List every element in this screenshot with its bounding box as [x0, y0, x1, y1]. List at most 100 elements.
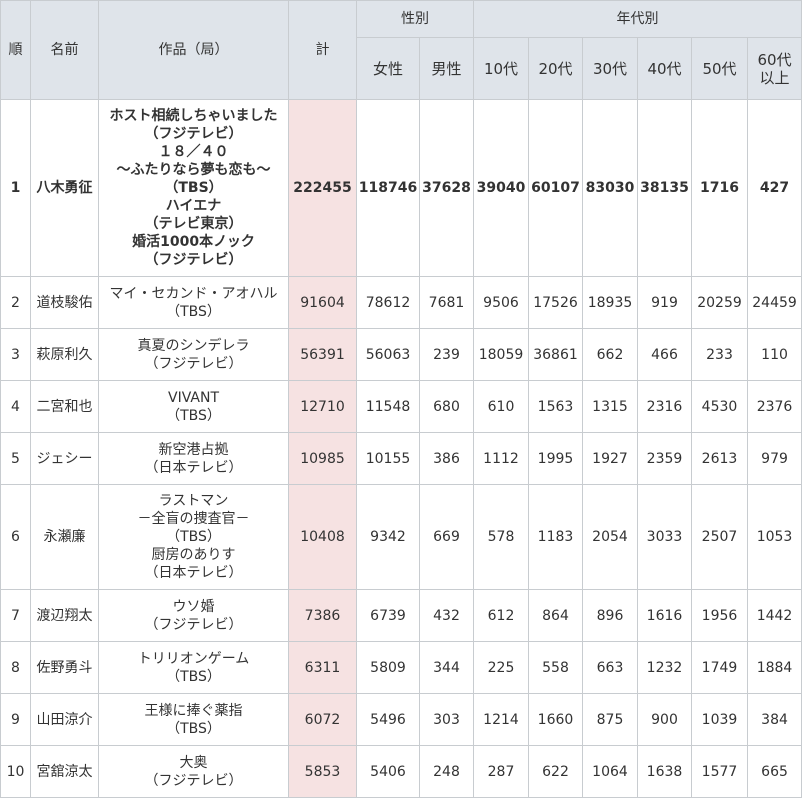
header-age60-line1: 60代: [757, 50, 792, 69]
male-cell: 344: [419, 641, 474, 694]
works-cell: 新空港占拠 （日本テレビ）: [98, 432, 289, 485]
rank-cell: 3: [0, 328, 31, 381]
header-total: 計: [288, 0, 357, 100]
age60-cell: 979: [746, 432, 802, 485]
age60-cell: 1053: [746, 484, 802, 590]
age50-cell: 1039: [691, 693, 748, 746]
age40-cell: 3033: [637, 484, 692, 590]
female-cell: 118746: [356, 99, 420, 277]
work-line: （TBS）: [164, 180, 223, 196]
header-work: 作品（局）: [98, 0, 289, 100]
work-line: （テレビ東京）: [144, 216, 243, 232]
age30-cell: 663: [582, 641, 638, 694]
header-age-group: 年代別: [472, 0, 802, 38]
age10-cell: 1214: [473, 693, 529, 746]
age60-cell: 24459: [746, 276, 802, 329]
age10-cell: 225: [473, 641, 529, 694]
work-line: １８／４０: [158, 144, 229, 160]
total-cell: 5853: [288, 745, 357, 798]
header-age60-line2: 以上: [759, 68, 790, 87]
total-cell: 91604: [288, 276, 357, 329]
header-age20: 20代: [528, 37, 583, 100]
female-cell: 11548: [356, 380, 420, 433]
name-cell: 道枝駿佑: [30, 276, 99, 329]
male-cell: 37628: [419, 99, 474, 277]
rank-cell: 4: [0, 380, 31, 433]
female-cell: 5809: [356, 641, 420, 694]
header-age60: 60代 以上: [746, 37, 802, 100]
rank-cell: 8: [0, 641, 31, 694]
work-line: ハイエナ: [165, 198, 222, 214]
name-cell: 渡辺翔太: [30, 589, 99, 642]
female-cell: 5496: [356, 693, 420, 746]
rank-cell: 10: [0, 745, 31, 798]
work-line: ウソ婚: [172, 598, 215, 615]
table-row: 4 二宮和也 VIVANT （TBS） 12710 11548 680 610 1563 1315…: [0, 380, 802, 433]
header-age50: 50代: [691, 37, 748, 100]
table-row: 10 宮舘涼太 大奥 （フジテレビ） 5853 5406 248 287 622 1064 1638…: [0, 745, 802, 798]
total-cell: 10985: [288, 432, 357, 485]
name-cell: 宮舘涼太: [30, 745, 99, 798]
female-cell: 6739: [356, 589, 420, 642]
table-body: 1 八木勇征 ホスト相続しちゃいました （フジテレビ） １８／４０ ～ふたりなら夢も恋も～…: [0, 99, 802, 798]
table-row: 7 渡辺翔太 ウソ婚 （フジテレビ） 7386 6739 432 612 864 896 1616 1…: [0, 589, 802, 642]
works-cell: ウソ婚 （フジテレビ）: [98, 589, 289, 642]
female-cell: 56063: [356, 328, 420, 381]
age60-cell: 110: [746, 328, 802, 381]
header-age10: 10代: [473, 37, 529, 100]
header-female: 女性: [356, 37, 420, 100]
rank-cell: 2: [0, 276, 31, 329]
age10-cell: 612: [473, 589, 529, 642]
work-line: 新空港占拠: [158, 441, 229, 458]
ranking-table: 順 名前 作品（局） 計 性別 年代別 女性 男性 10代 20代 30代 40…: [0, 0, 802, 798]
male-cell: 386: [419, 432, 474, 485]
work-line: （フジテレビ）: [144, 616, 243, 633]
age50-cell: 1956: [691, 589, 748, 642]
age10-cell: 610: [473, 380, 529, 433]
name-cell: 八木勇征: [30, 99, 99, 277]
age30-cell: 1315: [582, 380, 638, 433]
table-row: 8 佐野勇斗 トリリオンゲーム （TBS） 6311 5809 344 225 558 663 12…: [0, 641, 802, 694]
male-cell: 680: [419, 380, 474, 433]
male-cell: 239: [419, 328, 474, 381]
table-row: 9 山田涼介 王様に捧ぐ薬指 （TBS） 6072 5496 303 1214 1660 875 9…: [0, 693, 802, 746]
work-line: （日本テレビ）: [144, 565, 243, 581]
age30-cell: 662: [582, 328, 638, 381]
works-cell: ラストマン －全盲の捜査官－ （TBS） 厨房のありす （日本テレビ）: [98, 484, 289, 590]
age50-cell: 1749: [691, 641, 748, 694]
age50-cell: 1716: [691, 99, 748, 277]
works-cell: トリリオンゲーム （TBS）: [98, 641, 289, 694]
header-gender-group: 性別: [356, 0, 474, 38]
age10-cell: 18059: [473, 328, 529, 381]
age30-cell: 875: [582, 693, 638, 746]
work-line: 大奥: [179, 754, 208, 771]
work-line: 王様に捧ぐ薬指: [144, 702, 243, 719]
rank-cell: 1: [0, 99, 31, 277]
rank-cell: 9: [0, 693, 31, 746]
work-line: 厨房のありす: [151, 547, 236, 563]
header-male: 男性: [419, 37, 474, 100]
work-line: トリリオンゲーム: [137, 650, 250, 667]
age60-cell: 384: [746, 693, 802, 746]
age40-cell: 1638: [637, 745, 692, 798]
male-cell: 7681: [419, 276, 474, 329]
age60-cell: 1884: [746, 641, 802, 694]
age30-cell: 1927: [582, 432, 638, 485]
age60-cell: 1442: [746, 589, 802, 642]
age40-cell: 2359: [637, 432, 692, 485]
age20-cell: 36861: [528, 328, 583, 381]
age60-cell: 427: [746, 99, 802, 277]
age30-cell: 83030: [582, 99, 638, 277]
work-line: VIVANT: [168, 389, 219, 406]
work-line: （フジテレビ）: [144, 126, 243, 142]
age40-cell: 38135: [637, 99, 692, 277]
header-rank: 順: [0, 0, 31, 100]
work-line: （TBS）: [166, 407, 221, 424]
age40-cell: 900: [637, 693, 692, 746]
works-cell: マイ・セカンド・アオハル （TBS）: [98, 276, 289, 329]
age40-cell: 919: [637, 276, 692, 329]
age60-cell: 2376: [746, 380, 802, 433]
work-line: 婚活1000本ノック: [132, 234, 255, 250]
female-cell: 9342: [356, 484, 420, 590]
work-line: ラストマン: [158, 493, 229, 509]
